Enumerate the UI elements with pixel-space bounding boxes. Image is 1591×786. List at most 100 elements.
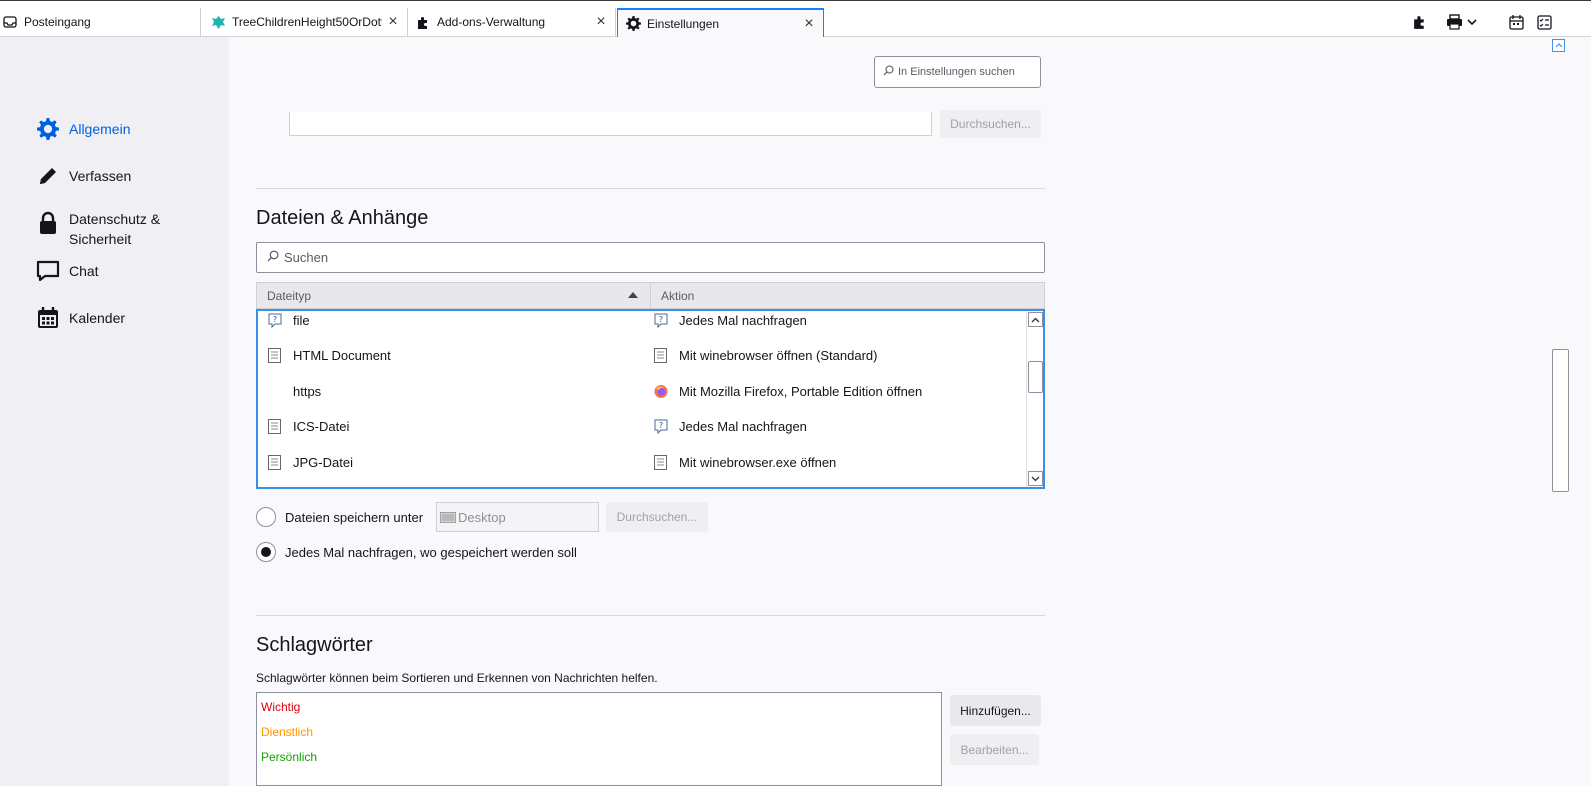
tab-settings[interactable]: Einstellungen ×	[617, 8, 824, 37]
save-to-label: Dateien speichern unter	[285, 509, 424, 525]
always-ask-option[interactable]: Jedes Mal nachfragen, wo gespeichert wer…	[256, 542, 577, 562]
firefox-icon	[654, 384, 668, 399]
close-icon[interactable]: ×	[801, 15, 817, 32]
document-icon	[654, 455, 668, 470]
sidebar-item-datenschutz[interactable]: Datenschutz & Sicherheit	[36, 207, 179, 249]
tasks-icon[interactable]	[1533, 11, 1555, 33]
tab-addons[interactable]: Add-ons-Verwaltung ×	[409, 8, 616, 36]
list-item[interactable]: ? file ? Jedes Mal nachfragen	[258, 311, 1028, 338]
tags-section-title: Schlagwörter	[256, 634, 373, 656]
close-icon[interactable]: ×	[593, 13, 609, 30]
action-label: Mit Mozilla Firefox, Portable Edition öf…	[679, 384, 923, 399]
puzzle-icon	[415, 14, 431, 30]
gear-icon	[625, 16, 641, 32]
files-section-title: Dateien & Anhänge	[256, 207, 429, 229]
document-icon	[268, 348, 282, 363]
action-label: Jedes Mal nachfragen	[679, 313, 807, 328]
action-label: Jedes Mal nachfragen	[679, 419, 807, 434]
section-divider	[256, 188, 1045, 189]
document-icon	[268, 419, 282, 434]
edit-tag-button[interactable]: Bearbeiten...	[950, 734, 1039, 765]
tab-label: Posteingang	[24, 15, 91, 29]
save-to-radio[interactable]	[256, 507, 276, 527]
chevron-down-icon[interactable]	[1465, 11, 1479, 33]
action-label: Mit winebrowser öffnen (Standard)	[679, 348, 878, 363]
column-label: Aktion	[661, 288, 695, 303]
filter-placeholder: Suchen	[284, 250, 329, 265]
window-scrollbar[interactable]	[1550, 37, 1591, 786]
gear-icon	[36, 117, 60, 141]
filetype-list-header: Dateityp Aktion	[256, 282, 1045, 309]
settings-sidebar: Allgemein Verfassen Datenschutz & Sicher…	[0, 37, 229, 786]
tag-dienstlich[interactable]: Dienstlich	[261, 725, 313, 739]
lock-icon	[36, 211, 60, 235]
column-header-aktion[interactable]: Aktion	[651, 283, 694, 308]
list-item[interactable]: https Mit Mozilla Firefox, Portable Edit…	[258, 374, 1028, 409]
tab-label: Add-ons-Verwaltung	[437, 15, 546, 29]
scroll-thumb[interactable]	[1552, 349, 1569, 492]
tab-tree-children[interactable]: TreeChildrenHeight50OrDotted ×	[202, 8, 408, 36]
sidebar-item-verfassen[interactable]: Verfassen	[36, 164, 131, 188]
tab-label: TreeChildrenHeight50OrDotted	[232, 15, 382, 29]
sidebar-item-label: Chat	[69, 263, 99, 279]
sidebar-item-kalender[interactable]: Kalender	[36, 306, 125, 330]
tag-label: Wichtig	[261, 700, 301, 714]
tree-icon	[210, 14, 226, 30]
filetype-label: JPG-Datei	[293, 455, 353, 470]
sort-ascending-icon	[628, 292, 638, 298]
tag-persoenlich[interactable]: Persönlich	[261, 750, 317, 764]
filetype-list[interactable]: ? file ? Jedes Mal nachfragen HTML Documen…	[256, 309, 1045, 489]
question-icon: ?	[654, 313, 668, 328]
filetype-label: https	[293, 384, 322, 399]
download-dir-value: Desktop	[458, 509, 506, 525]
add-tag-button[interactable]: Hinzufügen...	[950, 695, 1041, 726]
browse-button-top[interactable]: Durchsuchen...	[940, 110, 1041, 138]
print-icon[interactable]	[1443, 11, 1465, 33]
tab-label: Einstellungen	[647, 16, 720, 31]
scroll-up-icon[interactable]	[1552, 39, 1565, 52]
chat-icon	[36, 259, 60, 283]
sidebar-item-allgemein[interactable]: Allgemein	[36, 117, 130, 141]
section-divider	[256, 615, 1045, 616]
save-to-option[interactable]: Dateien speichern unter	[256, 507, 423, 527]
list-item[interactable]: ICS-Datei ? Jedes Mal nachfragen	[258, 409, 1028, 444]
calendar-icon	[36, 306, 60, 330]
path-field[interactable]	[289, 112, 932, 136]
sidebar-item-chat[interactable]: Chat	[36, 259, 99, 283]
toolbar-right	[1409, 11, 1555, 33]
calendar-icon[interactable]	[1505, 11, 1527, 33]
search-icon	[267, 250, 279, 265]
scroll-thumb[interactable]	[1028, 361, 1043, 393]
svg-text:?: ?	[273, 315, 277, 324]
filetype-label: HTML Document	[293, 348, 391, 363]
download-dir-field[interactable]: Desktop	[436, 502, 599, 532]
tags-description: Schlagwörter können beim Sortieren und E…	[256, 671, 658, 685]
addons-puzzle-icon[interactable]	[1409, 11, 1431, 33]
list-item[interactable]: JPG-Datei Mit winebrowser.exe öffnen	[258, 445, 1028, 480]
always-ask-radio[interactable]	[256, 542, 276, 562]
scroll-down-icon[interactable]	[1028, 471, 1043, 486]
column-header-dateityp[interactable]: Dateityp	[257, 283, 651, 308]
folder-icon	[440, 510, 456, 524]
settings-search-input[interactable]: In Einstellungen suchen	[874, 56, 1041, 88]
list-scrollbar[interactable]	[1026, 311, 1043, 487]
tag-label: Dienstlich	[261, 725, 314, 739]
inbox-icon	[2, 14, 18, 30]
action-label: Mit winebrowser.exe öffnen	[679, 455, 837, 470]
filetype-search-input[interactable]: Suchen	[256, 242, 1045, 273]
browse-button[interactable]: Durchsuchen...	[606, 502, 708, 532]
document-icon	[268, 455, 282, 470]
close-icon[interactable]: ×	[385, 13, 401, 30]
tag-wichtig[interactable]: Wichtig	[261, 700, 300, 714]
sidebar-item-label: Kalender	[69, 310, 126, 326]
column-label: Dateityp	[267, 288, 312, 303]
scroll-up-icon[interactable]	[1028, 312, 1043, 327]
tab-inbox[interactable]: Posteingang	[0, 8, 201, 36]
svg-text:?: ?	[659, 421, 663, 430]
svg-text:?: ?	[659, 315, 663, 324]
question-icon: ?	[268, 313, 282, 328]
tags-list[interactable]: Wichtig Dienstlich Persönlich	[256, 692, 942, 786]
pencil-icon	[36, 164, 60, 188]
list-item[interactable]: HTML Document Mit winebrowser öffnen (St…	[258, 338, 1028, 373]
sidebar-item-label: Datenschutz & Sicherheit	[69, 211, 161, 247]
